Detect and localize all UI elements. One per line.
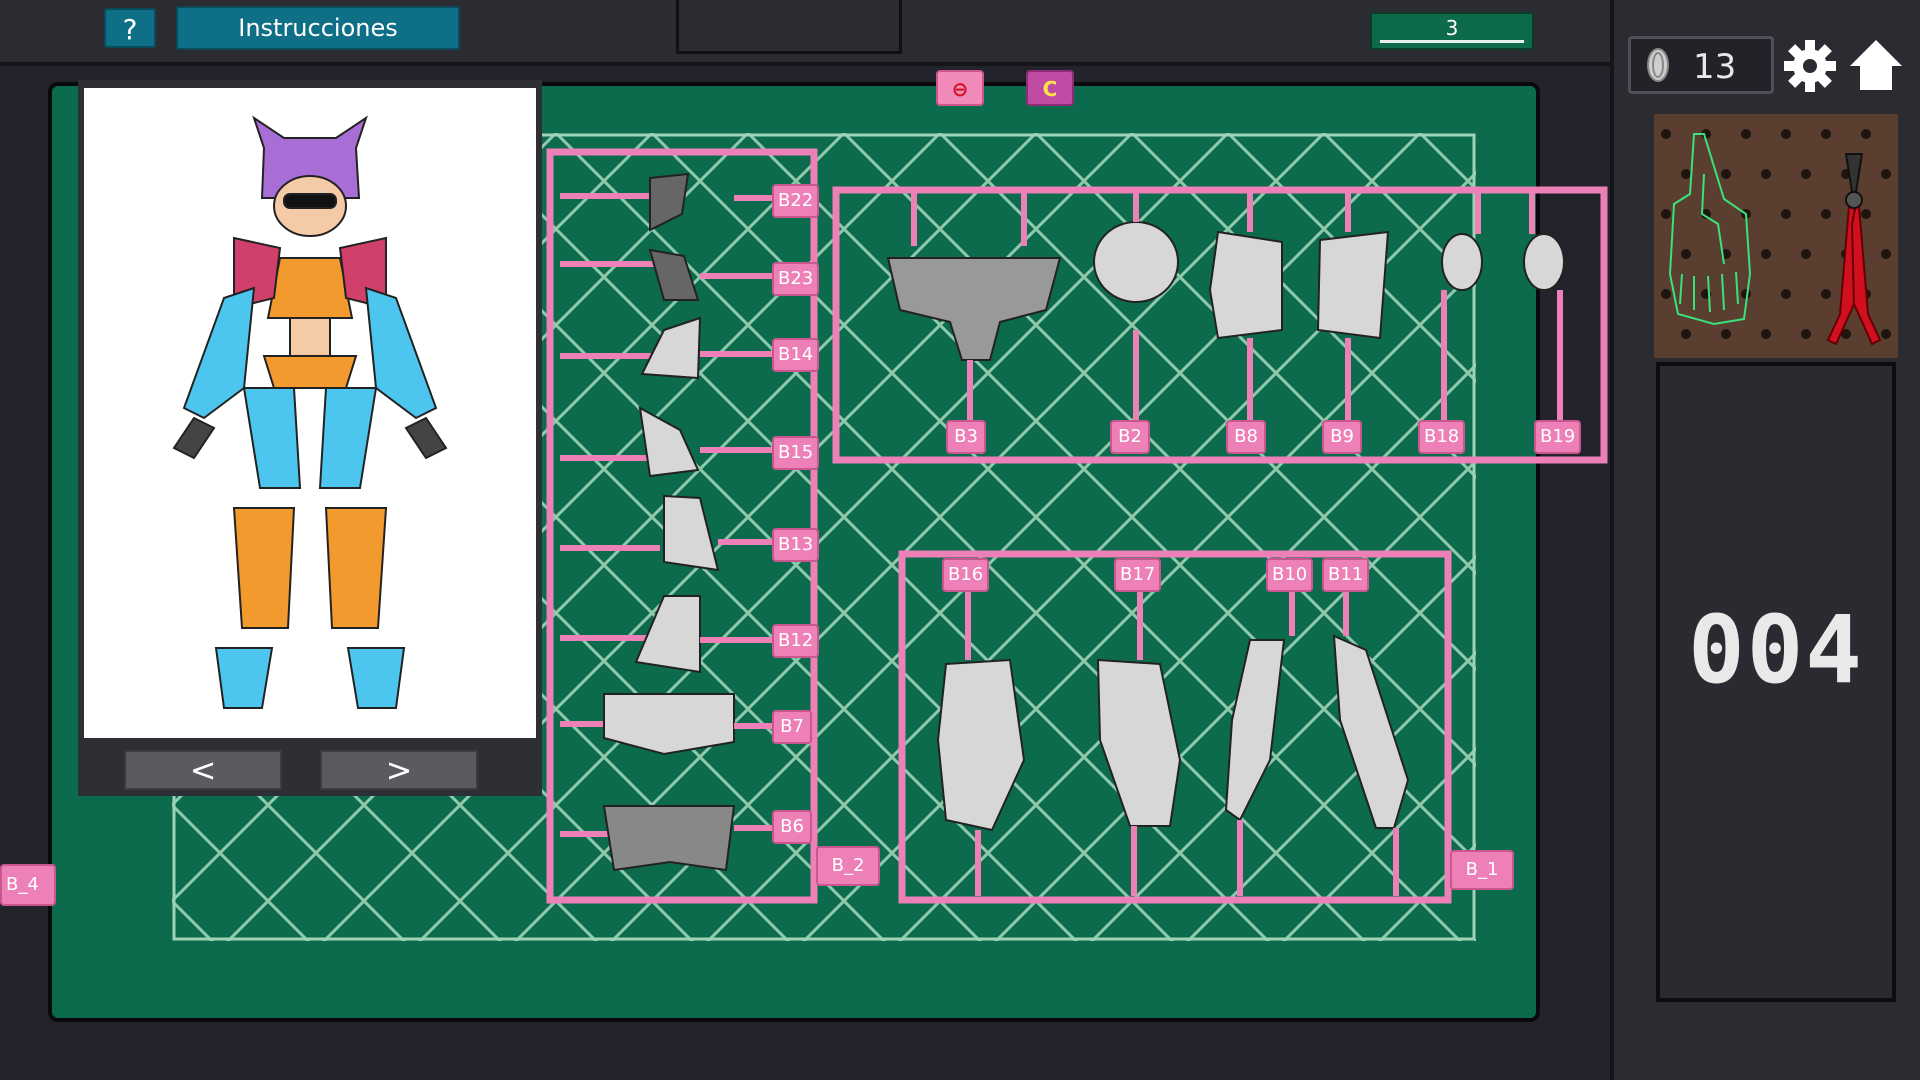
label-b17[interactable]: B17	[1114, 558, 1162, 592]
label-b2[interactable]: B2	[1110, 420, 1150, 454]
label-frame-b2[interactable]: B_2	[816, 846, 880, 886]
label-b12[interactable]: B12	[772, 624, 820, 658]
label-b15[interactable]: B15	[772, 436, 820, 470]
side-tag-b4[interactable]: B_4	[0, 864, 56, 906]
sticker-tag-c[interactable]: C	[1026, 70, 1074, 106]
label-b8[interactable]: B8	[1226, 420, 1266, 454]
label-b7[interactable]: B7	[772, 710, 812, 744]
top-sprue-parts	[886, 221, 1565, 361]
label-b6[interactable]: B6	[772, 810, 812, 844]
label-frame-b1[interactable]: B_1	[1450, 850, 1514, 890]
label-b9[interactable]: B9	[1322, 420, 1362, 454]
label-b16[interactable]: B16	[942, 558, 990, 592]
bottom-sprue-parts	[936, 634, 1410, 832]
label-b22[interactable]: B22	[772, 184, 820, 218]
label-b23[interactable]: B23	[772, 262, 820, 296]
label-b14[interactable]: B14	[772, 338, 820, 372]
label-b3[interactable]: B3	[946, 420, 986, 454]
label-b19[interactable]: B19	[1534, 420, 1582, 454]
sticker-tag-lips[interactable]: ⊖	[936, 70, 984, 106]
label-b10[interactable]: B10	[1266, 558, 1314, 592]
label-b18[interactable]: B18	[1418, 420, 1466, 454]
sprue-layer	[546, 148, 1608, 904]
label-b11[interactable]: B11	[1322, 558, 1370, 592]
label-b13[interactable]: B13	[772, 528, 820, 562]
